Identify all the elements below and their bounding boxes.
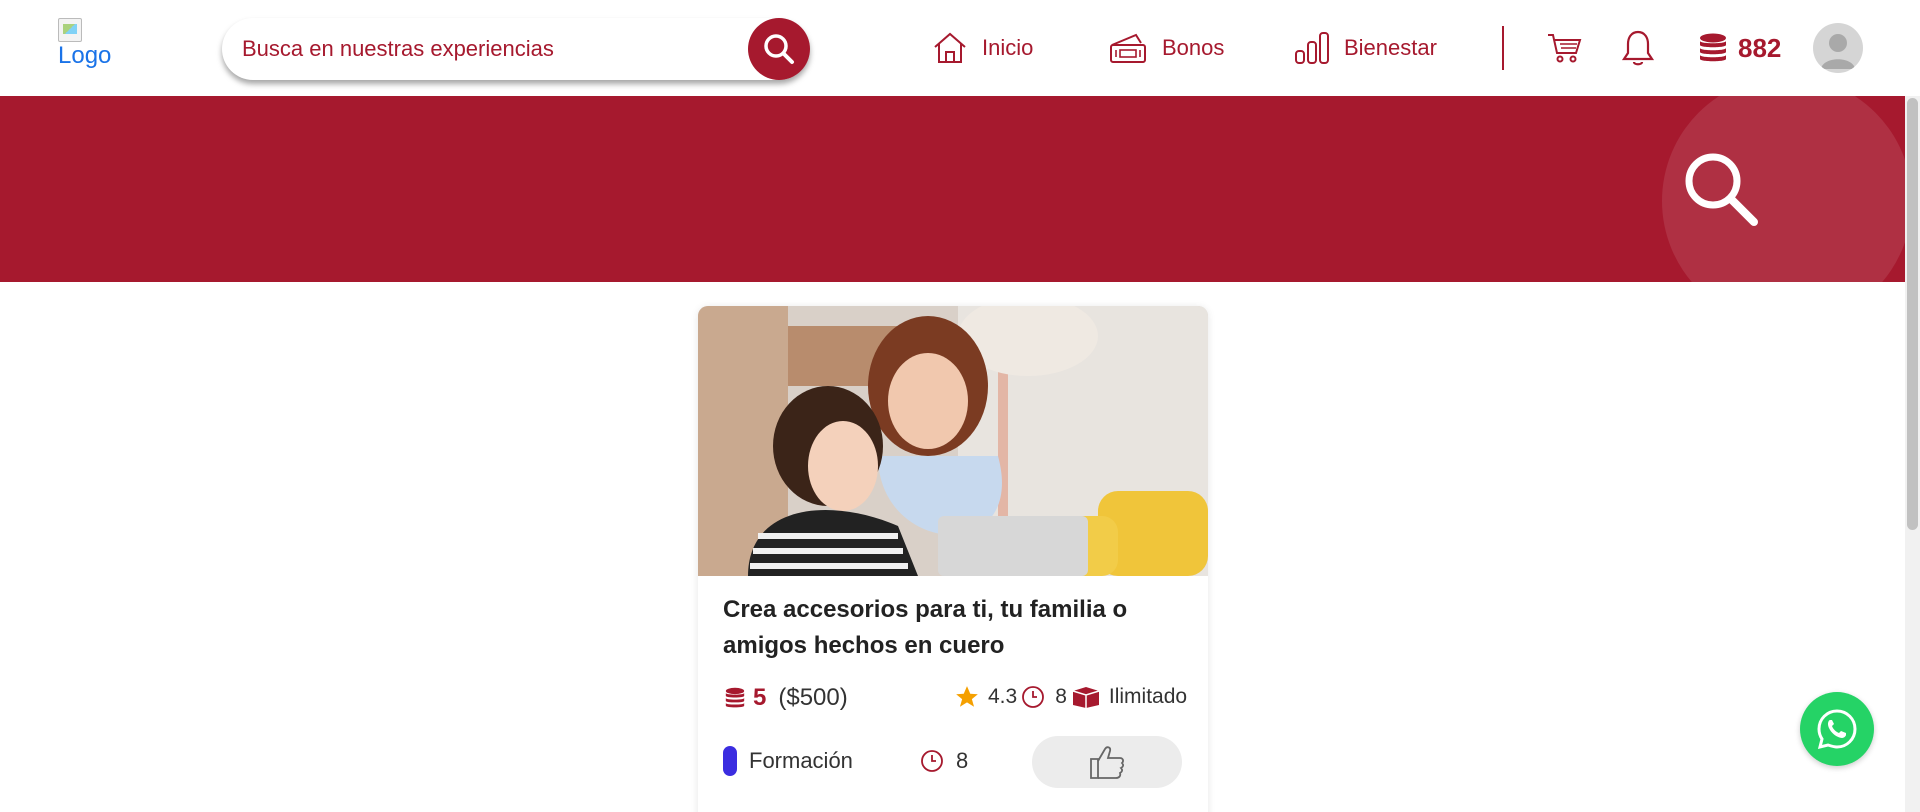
experience-stats: 4.3 8 Ilimitado xyxy=(954,684,1187,710)
clock-icon xyxy=(921,750,943,772)
experience-title: Crea accesorios para ti, tu familia o am… xyxy=(723,596,1128,659)
logo[interactable]: Logo xyxy=(58,18,128,78)
rating-value: 4.3 xyxy=(988,685,1018,708)
category-tag: Formación xyxy=(723,746,853,776)
search-input[interactable] xyxy=(242,18,742,80)
thumbs-up-icon xyxy=(1090,746,1124,779)
nav-inicio-label: Inicio xyxy=(982,35,1034,60)
logo-alt-text: Logo xyxy=(58,42,112,69)
cart-button[interactable] xyxy=(1543,26,1587,70)
nav-bienestar[interactable]: Bienestar xyxy=(1294,30,1437,66)
star-icon xyxy=(956,686,978,707)
coin-price: 5 xyxy=(753,684,767,711)
avatar[interactable] xyxy=(1813,23,1863,73)
home-icon xyxy=(934,32,966,63)
page: Logo Inicio xyxy=(0,0,1920,812)
category-color-pill xyxy=(723,746,737,776)
money-price: ($500) xyxy=(778,684,848,711)
bar-chart-icon xyxy=(1295,32,1329,64)
search-icon xyxy=(764,34,794,64)
user-icon xyxy=(1821,34,1855,69)
whatsapp-icon xyxy=(1817,709,1857,750)
notifications-button[interactable] xyxy=(1616,26,1660,70)
coins-icon xyxy=(725,687,745,708)
experience-card[interactable]: Crea accesorios para ti, tu familia o am… xyxy=(698,306,1208,812)
like-button[interactable] xyxy=(1032,736,1182,788)
cart-icon xyxy=(1548,34,1582,63)
coins-icon xyxy=(1700,33,1726,62)
nav-bonos-label: Bonos xyxy=(1162,35,1225,60)
box-icon xyxy=(1072,687,1100,708)
bell-icon xyxy=(1621,30,1655,66)
nav-bonos[interactable]: Bonos xyxy=(1108,30,1224,66)
whatsapp-button[interactable] xyxy=(1800,692,1874,766)
search-bar xyxy=(222,18,810,80)
coins-value: 882 xyxy=(1738,32,1782,63)
search-icon xyxy=(1685,153,1758,226)
price-info: 5 ($500) xyxy=(723,684,848,712)
search-button[interactable] xyxy=(748,18,810,80)
hours-info: 8 xyxy=(920,748,968,774)
experience-photo xyxy=(698,306,1208,576)
experience-image[interactable] xyxy=(698,306,1208,576)
nav-bienestar-label: Bienestar xyxy=(1344,35,1437,60)
nav-inicio[interactable]: Inicio xyxy=(932,30,1033,66)
scrollbar[interactable] xyxy=(1905,96,1920,812)
coins-balance[interactable]: 882 xyxy=(1696,30,1781,66)
header-divider xyxy=(1502,26,1504,70)
voucher-icon xyxy=(1110,33,1146,63)
top-header: Logo Inicio xyxy=(0,0,1920,96)
search-banner xyxy=(0,96,1905,282)
hours-value: 8 xyxy=(956,748,969,773)
clock-icon xyxy=(1022,686,1045,708)
category-label: Formación xyxy=(749,748,853,773)
availability-value: Ilimitado xyxy=(1108,685,1188,708)
scrollbar-thumb[interactable] xyxy=(1907,98,1918,530)
duration-value: 8 xyxy=(1055,685,1067,708)
broken-image-icon xyxy=(58,18,82,42)
